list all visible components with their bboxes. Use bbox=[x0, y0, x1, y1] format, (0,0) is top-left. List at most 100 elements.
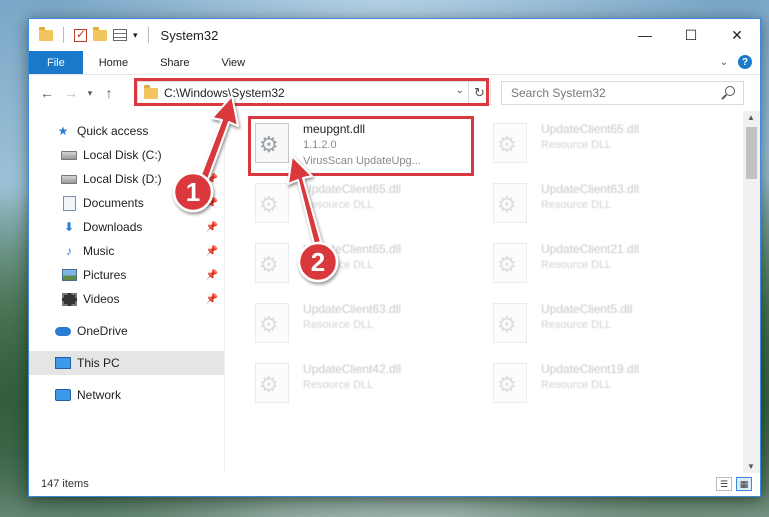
properties-icon[interactable] bbox=[113, 29, 127, 41]
file-name: UpdateClient42.dll bbox=[303, 362, 402, 376]
tab-home[interactable]: Home bbox=[83, 51, 144, 74]
pin-icon[interactable]: 📌 bbox=[206, 174, 218, 185]
nav-item-network[interactable]: Network bbox=[29, 383, 224, 407]
dll-file-icon bbox=[493, 363, 533, 407]
window-controls: — ☐ ✕ bbox=[622, 19, 760, 51]
ribbon-right-controls: ⌄ ? bbox=[720, 55, 752, 69]
disk-icon bbox=[61, 172, 77, 186]
scrollbar-thumb[interactable] bbox=[746, 127, 757, 179]
dll-file-icon bbox=[493, 183, 533, 227]
dll-file-icon bbox=[255, 363, 295, 407]
dll-file-icon bbox=[493, 243, 533, 287]
title-bar: ▾ System32 — ☐ ✕ bbox=[29, 19, 760, 51]
disk-icon bbox=[61, 148, 77, 162]
file-tile[interactable]: UpdateClient65.dll Resource DLL bbox=[251, 239, 479, 295]
minimize-button[interactable]: — bbox=[622, 19, 668, 51]
file-tile[interactable]: UpdateClient42.dll Resource DLL bbox=[251, 359, 479, 415]
pin-icon[interactable]: 📌 bbox=[206, 198, 218, 209]
file-type: Resource DLL bbox=[541, 139, 612, 151]
pin-icon[interactable]: 📌 bbox=[206, 294, 218, 305]
scroll-up-arrow-icon[interactable]: ▲ bbox=[747, 113, 755, 122]
dll-file-icon bbox=[255, 303, 295, 347]
new-folder-icon[interactable] bbox=[93, 26, 107, 41]
customize-toolbar-chevron-icon[interactable]: ▾ bbox=[133, 30, 138, 41]
dll-file-icon bbox=[493, 303, 533, 347]
file-type: Resource DLL bbox=[541, 259, 612, 271]
file-tile[interactable]: UpdateClient19.dll Resource DLL bbox=[489, 359, 717, 415]
nav-item-label: Quick access bbox=[77, 124, 149, 138]
address-bar-highlight bbox=[134, 78, 489, 106]
up-arrow-icon[interactable]: ↑ bbox=[97, 85, 121, 101]
pin-icon[interactable]: 📌 bbox=[206, 270, 218, 281]
nav-item-label: Music bbox=[83, 244, 115, 258]
music-note-icon: ♪ bbox=[66, 244, 72, 258]
nav-item-downloads[interactable]: ⬇ Downloads 📌 bbox=[29, 215, 224, 239]
file-name: UpdateClient5.dll bbox=[541, 302, 633, 316]
file-tile[interactable]: UpdateClient65.dll Resource DLL bbox=[251, 179, 479, 235]
nav-item-local-disk-d[interactable]: Local Disk (D:) 📌 bbox=[29, 167, 224, 191]
tab-file[interactable]: File bbox=[29, 51, 83, 74]
nav-item-label: Downloads bbox=[83, 220, 143, 234]
dll-file-icon bbox=[255, 183, 295, 227]
nav-item-label: Pictures bbox=[83, 268, 127, 282]
nav-item-videos[interactable]: Videos 📌 bbox=[29, 287, 224, 311]
file-name: UpdateClient65.dll bbox=[303, 182, 402, 196]
dll-file-icon bbox=[255, 243, 295, 287]
scroll-down-arrow-icon[interactable]: ▼ bbox=[747, 462, 755, 471]
window-title: System32 bbox=[160, 27, 219, 43]
expand-ribbon-chevron-icon[interactable]: ⌄ bbox=[720, 57, 728, 68]
file-tile[interactable]: UpdateClient63.dll Resource DLL bbox=[489, 179, 717, 235]
search-icon[interactable] bbox=[725, 86, 735, 96]
file-tile[interactable]: UpdateClient5.dll Resource DLL bbox=[489, 299, 717, 355]
file-type: Resource DLL bbox=[541, 199, 612, 211]
forward-arrow-icon[interactable]: → bbox=[59, 85, 83, 101]
nav-item-label: Local Disk (C:) bbox=[83, 148, 162, 162]
nav-item-quick-access[interactable]: ★ Quick access bbox=[29, 119, 224, 143]
document-icon bbox=[61, 195, 77, 211]
file-type: Resource DLL bbox=[303, 259, 374, 271]
nav-item-local-disk-c[interactable]: Local Disk (C:) bbox=[29, 143, 224, 167]
search-placeholder: Search System32 bbox=[511, 86, 606, 100]
file-type: Resource DLL bbox=[303, 319, 374, 331]
close-button[interactable]: ✕ bbox=[714, 19, 760, 51]
network-icon bbox=[55, 388, 71, 402]
nav-item-label: OneDrive bbox=[77, 324, 128, 338]
nav-item-onedrive[interactable]: OneDrive bbox=[29, 319, 224, 343]
nav-item-pictures[interactable]: Pictures 📌 bbox=[29, 263, 224, 287]
file-tile[interactable]: UpdateClient21.dll Resource DLL bbox=[489, 239, 717, 295]
nav-item-documents[interactable]: Documents 📌 bbox=[29, 191, 224, 215]
pin-icon[interactable]: 📌 bbox=[206, 246, 218, 257]
video-film-icon bbox=[61, 292, 77, 306]
picture-icon bbox=[61, 268, 77, 282]
help-icon[interactable]: ? bbox=[738, 55, 752, 69]
file-tile[interactable]: UpdateClient65.dll Resource DLL bbox=[489, 119, 717, 175]
ribbon-tabs: File Home Share View ⌄ ? bbox=[29, 51, 760, 75]
file-type: Resource DLL bbox=[303, 379, 374, 391]
back-arrow-icon[interactable]: ← bbox=[35, 85, 59, 101]
details-view-icon[interactable]: ☰ bbox=[716, 477, 732, 491]
file-type: Resource DLL bbox=[303, 199, 374, 211]
folder-icon[interactable] bbox=[39, 26, 53, 41]
vertical-scrollbar[interactable]: ▲ ▼ bbox=[743, 111, 760, 473]
item-count: 147 items bbox=[41, 478, 89, 490]
status-bar: 147 items ☰ ▦ bbox=[29, 472, 760, 496]
search-input[interactable]: Search System32 bbox=[501, 81, 744, 105]
maximize-button[interactable]: ☐ bbox=[668, 19, 714, 51]
file-name: UpdateClient65.dll bbox=[541, 122, 640, 136]
quick-access-toolbar: ▾ System32 bbox=[29, 26, 219, 43]
nav-item-music[interactable]: ♪ Music 📌 bbox=[29, 239, 224, 263]
file-tile[interactable]: UpdateClient63.dll Resource DLL bbox=[251, 299, 479, 355]
nav-item-label: Local Disk (D:) bbox=[83, 172, 162, 186]
recent-locations-chevron-icon[interactable]: ▾ bbox=[83, 88, 97, 99]
divider bbox=[147, 27, 149, 43]
nav-item-this-pc[interactable]: This PC bbox=[29, 351, 224, 375]
nav-item-label: Network bbox=[77, 388, 122, 402]
tab-share[interactable]: Share bbox=[144, 51, 205, 74]
pin-icon[interactable]: 📌 bbox=[206, 222, 218, 233]
large-icons-view-icon[interactable]: ▦ bbox=[736, 477, 752, 491]
file-type: Resource DLL bbox=[541, 319, 612, 331]
tab-view[interactable]: View bbox=[205, 51, 261, 74]
computer-icon bbox=[55, 356, 71, 370]
properties-check-icon[interactable] bbox=[74, 27, 87, 42]
dll-file-icon bbox=[493, 123, 533, 167]
